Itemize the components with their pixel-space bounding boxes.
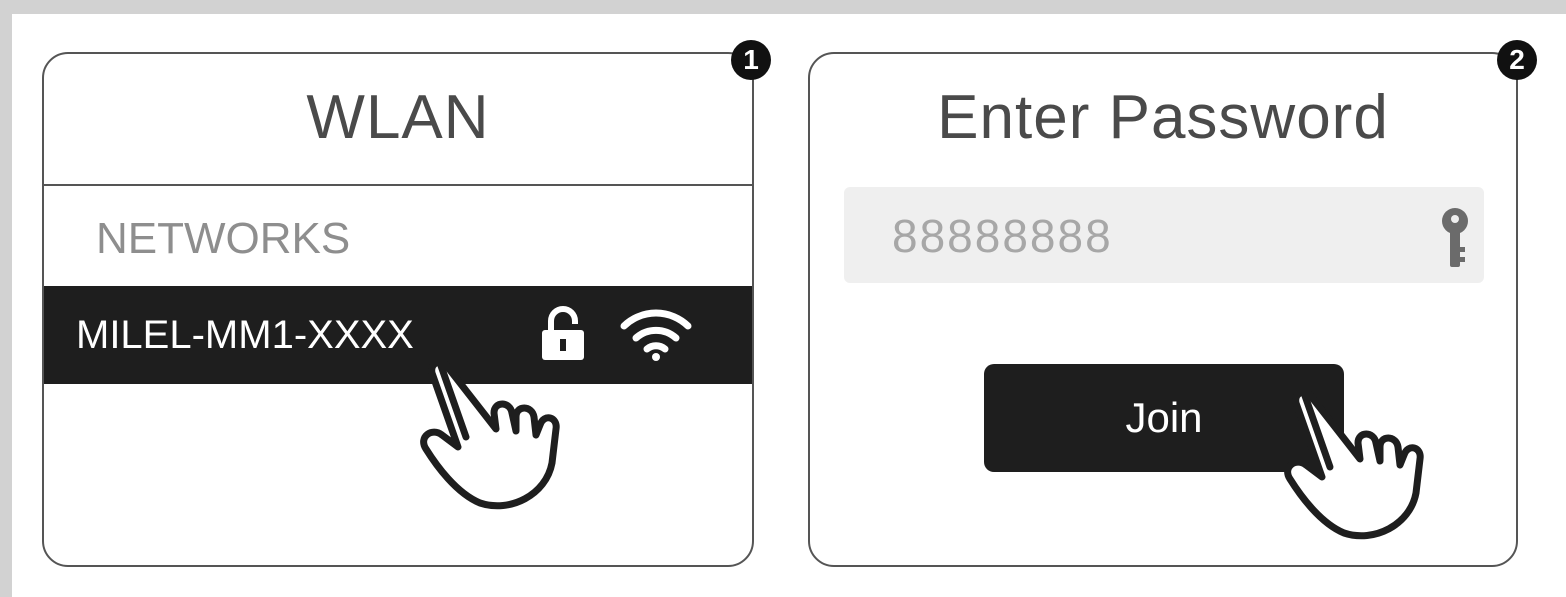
password-input[interactable]: 88888888 — [844, 187, 1484, 283]
wlan-title: WLAN — [306, 83, 490, 152]
title-divider — [44, 184, 752, 186]
network-row[interactable]: MILEL-MM1-XXXX — [44, 286, 752, 384]
wifi-icon — [618, 304, 694, 367]
password-value: 88888888 — [892, 210, 1113, 262]
networks-label: NETWORKS — [96, 214, 351, 263]
pointing-hand-icon — [1282, 385, 1432, 545]
frame-top — [0, 0, 1566, 14]
wlan-panel: WLAN NETWORKS MILEL-MM1-XXXX — [42, 52, 754, 567]
frame-left — [0, 0, 12, 597]
password-title: Enter Password — [937, 83, 1389, 152]
step-one-badge: 1 — [731, 40, 771, 80]
key-icon — [1440, 207, 1470, 276]
network-name: MILEL-MM1-XXXX — [76, 313, 414, 357]
step-two-badge: 2 — [1497, 40, 1537, 80]
pointing-hand-icon — [418, 355, 568, 515]
